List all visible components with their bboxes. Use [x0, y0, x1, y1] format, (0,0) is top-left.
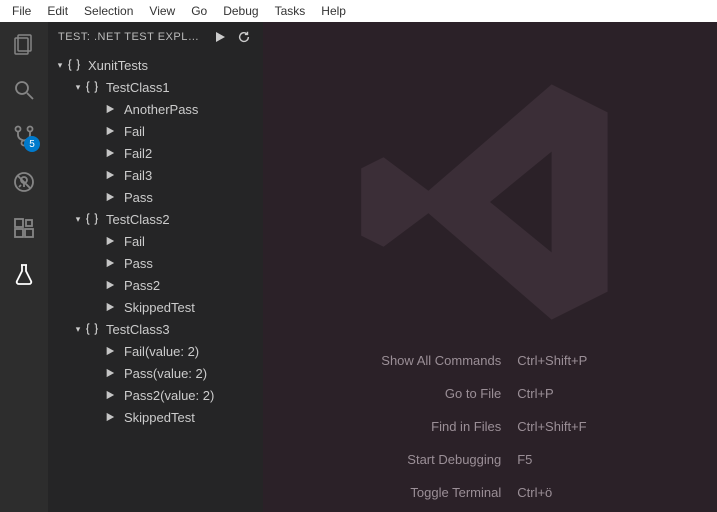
play-icon — [102, 346, 118, 356]
play-icon — [102, 126, 118, 136]
namespace-icon — [84, 80, 100, 94]
menu-tasks[interactable]: Tasks — [267, 2, 314, 20]
welcome-commands: Show All Commands Ctrl+Shift+P Go to Fil… — [263, 353, 717, 500]
tree-node-label: Pass(value: 2) — [124, 366, 207, 381]
play-icon — [102, 104, 118, 114]
test-tree: ▾ XunitTests ▾ TestClass1 AnotherPass Fail Fai… — [48, 52, 263, 512]
tree-test[interactable]: AnotherPass — [48, 98, 263, 120]
cmd-label: Show All Commands — [263, 353, 517, 368]
tree-test[interactable]: SkippedTest — [48, 296, 263, 318]
refresh-icon[interactable] — [235, 28, 253, 46]
play-icon — [102, 280, 118, 290]
menubar: File Edit Selection View Go Debug Tasks … — [0, 0, 717, 22]
explorer-icon[interactable] — [10, 30, 38, 58]
debug-icon[interactable] — [10, 168, 38, 196]
scm-badge: 5 — [24, 136, 40, 152]
sidebar: TEST: .NET TEST EXPLO… ▾ XunitTests ▾ TestC… — [48, 22, 263, 512]
tree-test[interactable]: Fail2 — [48, 142, 263, 164]
sidebar-header: TEST: .NET TEST EXPLO… — [48, 22, 263, 52]
menu-go[interactable]: Go — [183, 2, 215, 20]
chevron-down-icon: ▾ — [72, 324, 84, 335]
sidebar-title: TEST: .NET TEST EXPLO… — [58, 31, 205, 43]
editor-area: Show All Commands Ctrl+Shift+P Go to Fil… — [263, 22, 717, 512]
test-explorer-icon[interactable] — [10, 260, 38, 288]
play-icon — [102, 148, 118, 158]
tree-test[interactable]: Pass(value: 2) — [48, 362, 263, 384]
tree-node-label: Fail — [124, 234, 145, 249]
cmd-row: Find in Files Ctrl+Shift+F — [263, 419, 717, 434]
chevron-down-icon: ▾ — [72, 82, 84, 93]
tree-node-label: XunitTests — [88, 58, 148, 73]
play-icon — [102, 302, 118, 312]
tree-node-label: Fail3 — [124, 168, 152, 183]
tree-node-label: Pass — [124, 256, 153, 271]
run-all-icon[interactable] — [211, 28, 229, 46]
cmd-key: Ctrl+ö — [517, 485, 717, 500]
cmd-label: Toggle Terminal — [263, 485, 517, 500]
source-control-icon[interactable]: 5 — [10, 122, 38, 150]
tree-node-label: TestClass1 — [106, 80, 170, 95]
tree-node-label: SkippedTest — [124, 300, 195, 315]
cmd-label: Start Debugging — [263, 452, 517, 467]
tree-test[interactable]: SkippedTest — [48, 406, 263, 428]
tree-node-label: Fail2 — [124, 146, 152, 161]
play-icon — [102, 412, 118, 422]
namespace-icon — [66, 58, 82, 72]
menu-file[interactable]: File — [4, 2, 39, 20]
tree-test[interactable]: Pass — [48, 186, 263, 208]
tree-test[interactable]: Fail(value: 2) — [48, 340, 263, 362]
tree-class[interactable]: ▾ TestClass2 — [48, 208, 263, 230]
play-icon — [102, 236, 118, 246]
tree-test[interactable]: Fail3 — [48, 164, 263, 186]
namespace-icon — [84, 212, 100, 226]
menu-debug[interactable]: Debug — [215, 2, 266, 20]
play-icon — [102, 390, 118, 400]
tree-test[interactable]: Fail — [48, 230, 263, 252]
tree-node-label: TestClass3 — [106, 322, 170, 337]
tree-node-label: Fail(value: 2) — [124, 344, 199, 359]
tree-node-label: SkippedTest — [124, 410, 195, 425]
play-icon — [102, 170, 118, 180]
menu-help[interactable]: Help — [313, 2, 354, 20]
cmd-row: Go to File Ctrl+P — [263, 386, 717, 401]
tree-node-label: Pass — [124, 190, 153, 205]
tree-node-label: AnotherPass — [124, 102, 198, 117]
cmd-key: F5 — [517, 452, 717, 467]
play-icon — [102, 192, 118, 202]
tree-suite[interactable]: ▾ XunitTests — [48, 54, 263, 76]
activity-bar: 5 — [0, 22, 48, 512]
menu-view[interactable]: View — [141, 2, 183, 20]
cmd-row: Show All Commands Ctrl+Shift+P — [263, 353, 717, 368]
tree-node-label: Pass2 — [124, 278, 160, 293]
tree-class[interactable]: ▾ TestClass3 — [48, 318, 263, 340]
namespace-icon — [84, 322, 100, 336]
menu-edit[interactable]: Edit — [39, 2, 76, 20]
play-icon — [102, 258, 118, 268]
tree-class[interactable]: ▾ TestClass1 — [48, 76, 263, 98]
cmd-key: Ctrl+P — [517, 386, 717, 401]
main-area: 5 TEST: .NET TEST EXPLO… ▾ XunitTests ▾ Tes… — [0, 22, 717, 512]
tree-node-label: Pass2(value: 2) — [124, 388, 214, 403]
chevron-down-icon: ▾ — [54, 60, 66, 71]
tree-test[interactable]: Pass — [48, 252, 263, 274]
cmd-key: Ctrl+Shift+F — [517, 419, 717, 434]
cmd-label: Go to File — [263, 386, 517, 401]
search-icon[interactable] — [10, 76, 38, 104]
menu-selection[interactable]: Selection — [76, 2, 141, 20]
tree-test[interactable]: Pass2(value: 2) — [48, 384, 263, 406]
extensions-icon[interactable] — [10, 214, 38, 242]
chevron-down-icon: ▾ — [72, 214, 84, 225]
play-icon — [102, 368, 118, 378]
cmd-row: Start Debugging F5 — [263, 452, 717, 467]
tree-test[interactable]: Pass2 — [48, 274, 263, 296]
cmd-label: Find in Files — [263, 419, 517, 434]
cmd-key: Ctrl+Shift+P — [517, 353, 717, 368]
vscode-watermark-icon — [350, 62, 630, 345]
tree-node-label: Fail — [124, 124, 145, 139]
tree-test[interactable]: Fail — [48, 120, 263, 142]
cmd-row: Toggle Terminal Ctrl+ö — [263, 485, 717, 500]
tree-node-label: TestClass2 — [106, 212, 170, 227]
